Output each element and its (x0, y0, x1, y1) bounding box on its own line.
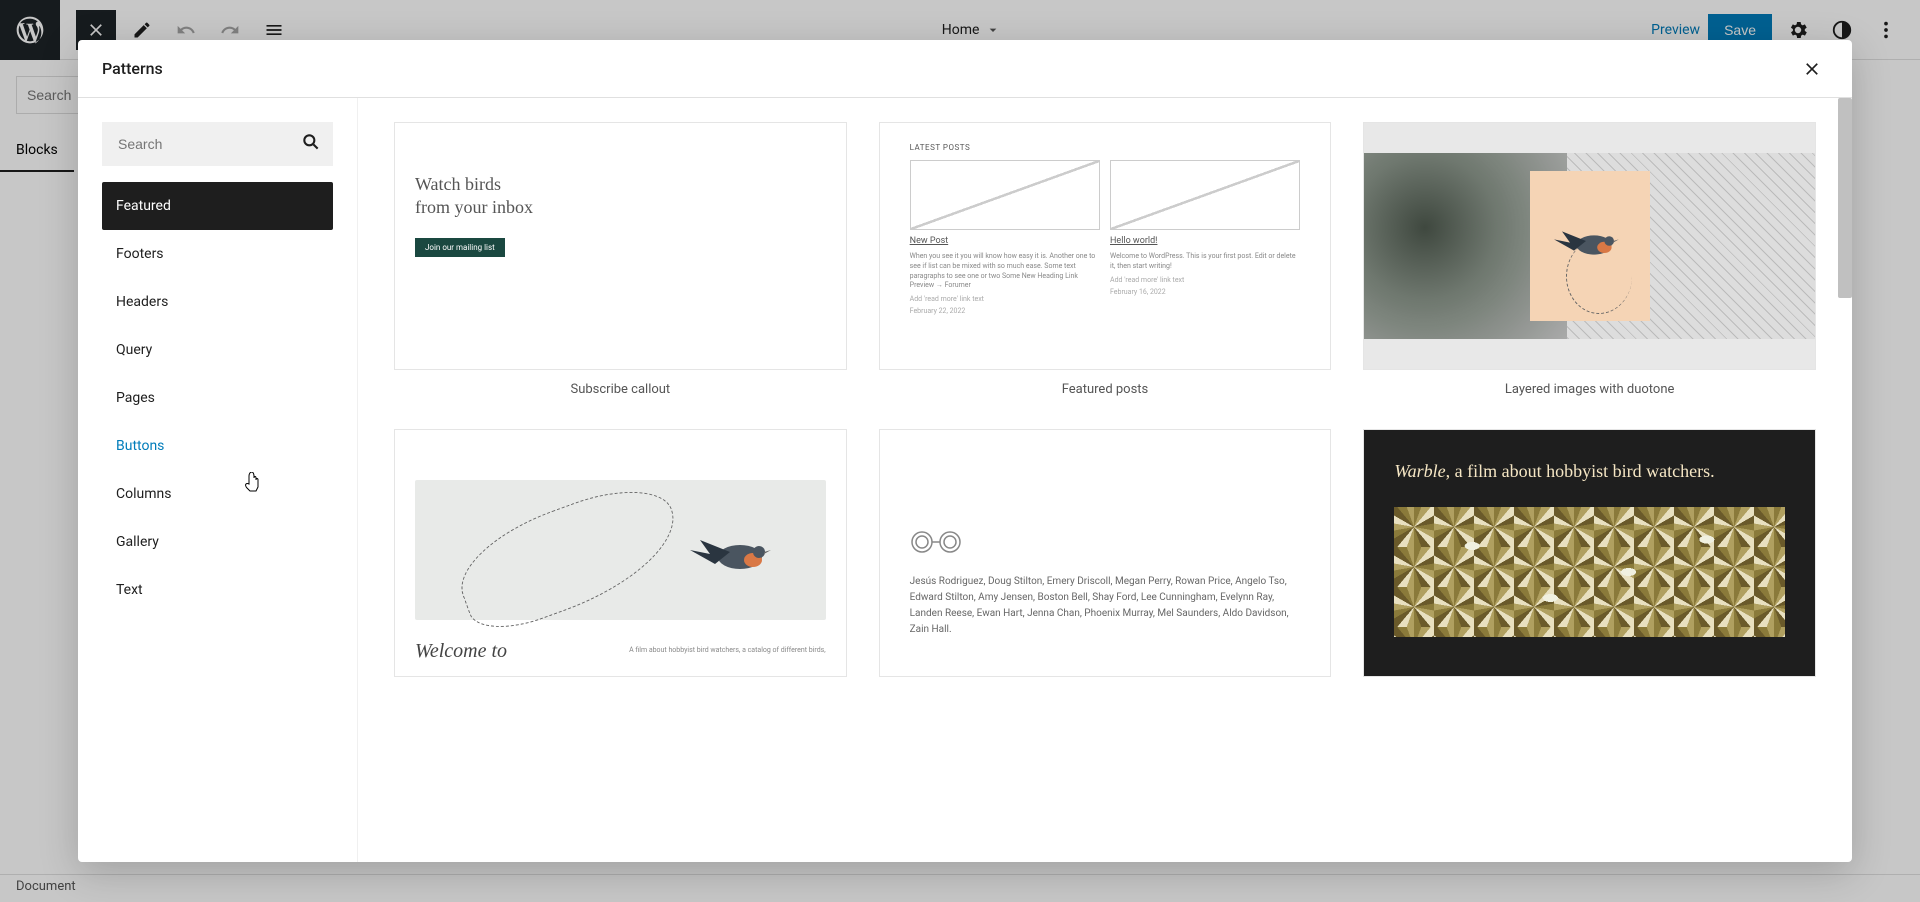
modal-header: Patterns (78, 40, 1852, 98)
preview-heading-line2: from your inbox (415, 197, 533, 217)
pattern-preview: Warble, a film about hobbyist bird watch… (1363, 429, 1816, 677)
bird-icon (685, 522, 785, 582)
pattern-title: Layered images with duotone (1363, 382, 1816, 397)
preview-post-date: February 22, 2022 (910, 307, 1100, 315)
preview-image (1394, 507, 1785, 637)
preview-post-title: New Post (910, 236, 1100, 246)
preview-names: Jesús Rodriguez, Doug Stilton, Emery Dri… (910, 574, 1301, 638)
pattern-names-list[interactable]: Jesús Rodriguez, Doug Stilton, Emery Dri… (879, 429, 1332, 677)
category-query[interactable]: Query (102, 326, 333, 374)
pattern-preview (1363, 122, 1816, 370)
modal-title: Patterns (102, 59, 163, 78)
patterns-sidebar: Featured Footers Headers Query Pages But… (78, 98, 358, 862)
pattern-warble-film[interactable]: Warble, a film about hobbyist bird watch… (1363, 429, 1816, 677)
pattern-preview: Watch birds from your inbox Join our mail… (394, 122, 847, 370)
pattern-title: Featured posts (879, 382, 1332, 397)
pattern-layered-duotone[interactable]: Layered images with duotone (1363, 122, 1816, 397)
category-footers[interactable]: Footers (102, 230, 333, 278)
pattern-search (102, 122, 333, 166)
placeholder-image (1110, 160, 1300, 230)
preview-card (1530, 171, 1650, 321)
category-buttons[interactable]: Buttons (102, 422, 333, 470)
preview-button: Join our mailing list (415, 238, 505, 257)
category-pages[interactable]: Pages (102, 374, 333, 422)
pattern-welcome[interactable]: Welcome to A film about hobbyist bird wa… (394, 429, 847, 677)
binoculars-icon (910, 530, 966, 554)
preview-label: LATEST POSTS (910, 143, 1301, 152)
category-text[interactable]: Text (102, 566, 333, 614)
pattern-title: Subscribe callout (394, 382, 847, 397)
close-icon (1802, 59, 1822, 79)
pattern-featured-posts[interactable]: LATEST POSTS New Post When you see it yo… (879, 122, 1332, 397)
preview-post-excerpt: When you see it you will know how easy i… (910, 252, 1100, 291)
preview-post-title: Hello world! (1110, 236, 1300, 246)
pattern-search-input[interactable] (102, 122, 333, 166)
preview-heading-line1: Watch birds (415, 174, 501, 194)
category-gallery[interactable]: Gallery (102, 518, 333, 566)
pattern-preview: LATEST POSTS New Post When you see it yo… (879, 122, 1332, 370)
preview-heading: Warble, a film about hobbyist bird watch… (1394, 460, 1785, 483)
pattern-preview: Jesús Rodriguez, Doug Stilton, Emery Dri… (879, 429, 1332, 677)
patterns-modal: Patterns Featured Footers Headers Query … (78, 40, 1852, 862)
category-list: Featured Footers Headers Query Pages But… (102, 182, 333, 614)
placeholder-image (910, 160, 1100, 230)
preview-text: A film about hobbyist bird watchers, a c… (629, 646, 826, 654)
preview-readmore: Add 'read more' link text (910, 295, 1100, 303)
search-icon (301, 132, 321, 156)
preview-heading: Welcome to (415, 640, 507, 663)
category-columns[interactable]: Columns (102, 470, 333, 518)
bird-icon (1550, 216, 1630, 266)
patterns-grid: Watch birds from your inbox Join our mail… (358, 98, 1852, 862)
preview-post-excerpt: Welcome to WordPress. This is your first… (1110, 252, 1300, 272)
dashed-path (446, 472, 692, 641)
preview-readmore: Add 'read more' link text (1110, 276, 1300, 284)
scrollbar[interactable] (1838, 98, 1852, 298)
pattern-subscribe-callout[interactable]: Watch birds from your inbox Join our mail… (394, 122, 847, 397)
preview-post-date: February 16, 2022 (1110, 288, 1300, 296)
close-button[interactable] (1796, 53, 1828, 85)
pattern-preview: Welcome to A film about hobbyist bird wa… (394, 429, 847, 677)
category-featured[interactable]: Featured (102, 182, 333, 230)
category-headers[interactable]: Headers (102, 278, 333, 326)
preview-image (415, 480, 826, 620)
